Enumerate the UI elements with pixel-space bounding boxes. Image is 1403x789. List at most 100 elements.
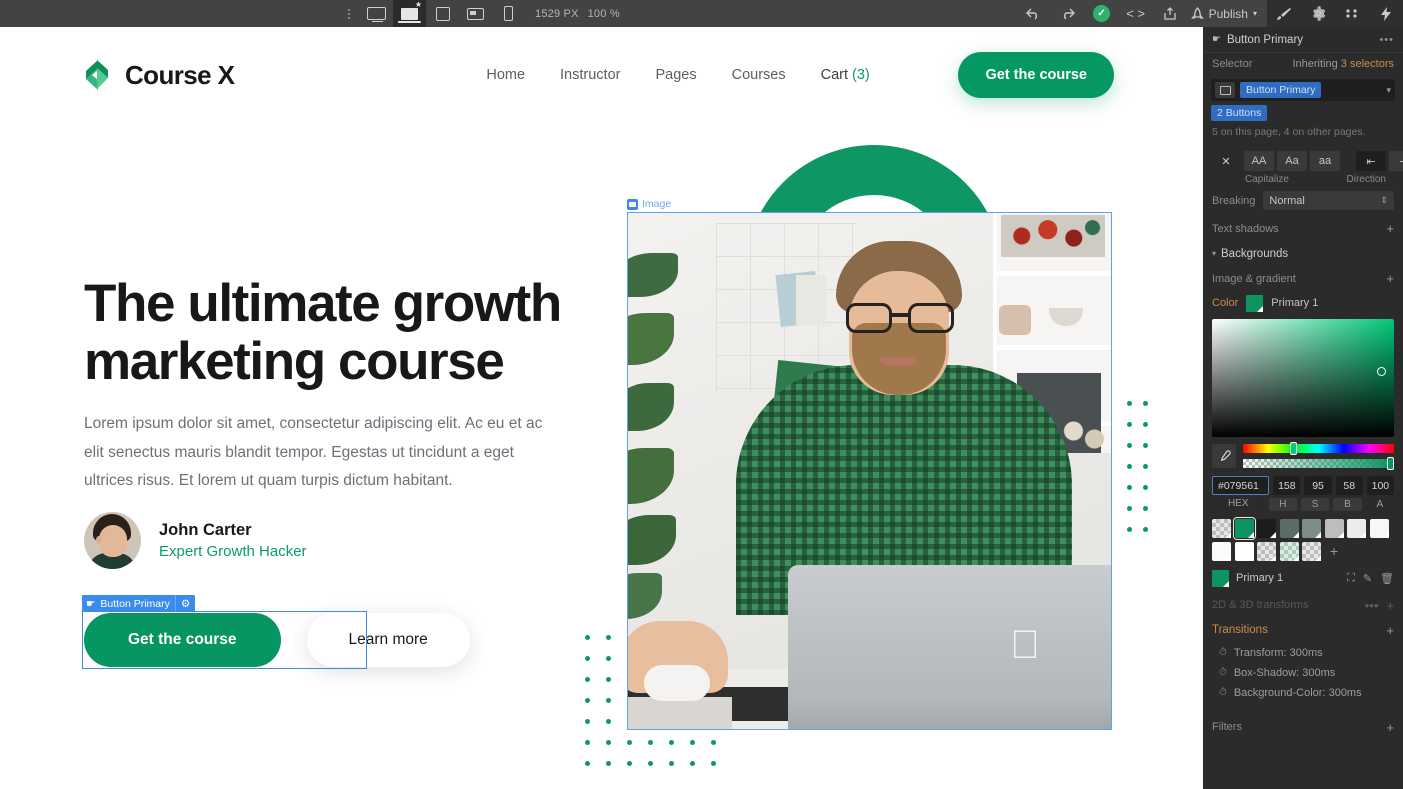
- site-logo[interactable]: Course X: [84, 59, 235, 91]
- swatch-near-white[interactable]: [1369, 519, 1389, 538]
- swatch-black[interactable]: [1257, 519, 1276, 538]
- eyedropper-icon[interactable]: [1212, 444, 1236, 468]
- brightness-field-label[interactable]: B: [1333, 498, 1362, 511]
- add-image-gradient-button[interactable]: +: [1386, 271, 1394, 286]
- export-button[interactable]: [1153, 0, 1187, 27]
- viewport-tablet-portrait-button[interactable]: [426, 0, 459, 27]
- hero-photo-illustration: : [628, 213, 1111, 729]
- selector-combo-chip[interactable]: 2 Buttons: [1211, 105, 1268, 121]
- add-text-shadow-button[interactable]: +: [1386, 221, 1394, 236]
- alpha-slider[interactable]: [1243, 457, 1394, 470]
- interactions-icon[interactable]: [1335, 0, 1369, 27]
- saturation-field-label[interactable]: S: [1300, 498, 1330, 511]
- hero-get-the-course-button[interactable]: Get the course: [84, 613, 281, 667]
- swatch-translucent-grey[interactable]: [1257, 541, 1276, 561]
- nav-link-courses[interactable]: Courses: [732, 67, 786, 83]
- alpha-input[interactable]: 100: [1366, 476, 1394, 495]
- hue-field-label[interactable]: H: [1268, 498, 1297, 511]
- style-paint-icon[interactable]: [1267, 0, 1301, 27]
- publish-label: Publish: [1208, 6, 1248, 21]
- publish-button[interactable]: Publish ▾: [1187, 7, 1267, 21]
- text-transform-lowercase-button[interactable]: aa: [1310, 151, 1340, 171]
- viewport-tablet-landscape-button[interactable]: [459, 0, 492, 27]
- nav-link-cart[interactable]: Cart (3): [821, 67, 870, 83]
- swatch-grey[interactable]: [1324, 519, 1344, 538]
- stepper-icon: ⇕: [1380, 195, 1388, 205]
- nav-link-pages[interactable]: Pages: [655, 67, 696, 83]
- hero-subtitle: Lorem ipsum dolor sit amet, consectetur …: [84, 415, 543, 490]
- text-direction-ltr-button[interactable]: ⇤: [1356, 151, 1386, 171]
- background-color-swatch[interactable]: [1246, 294, 1264, 312]
- selection-label-badge[interactable]: ☛ Button Primary ⚙: [82, 595, 196, 612]
- hue-slider-handle[interactable]: [1289, 442, 1297, 455]
- swatch-primary-1[interactable]: [1232, 517, 1256, 540]
- transforms-more-icon[interactable]: •••: [1365, 598, 1379, 613]
- hue-input[interactable]: 158: [1273, 476, 1301, 495]
- edit-pencil-icon[interactable]: ✎: [1363, 572, 1372, 585]
- backgrounds-section-header[interactable]: ▾ Backgrounds: [1203, 241, 1403, 266]
- text-transform-capitalize-button[interactable]: Aa: [1277, 151, 1307, 171]
- add-swatch-button[interactable]: +: [1325, 542, 1344, 561]
- alpha-field-label[interactable]: A: [1366, 498, 1394, 511]
- swatch-slate-dark[interactable]: [1279, 519, 1299, 538]
- selector-class-chip[interactable]: Button Primary: [1240, 82, 1322, 98]
- swatch-translucent-white[interactable]: [1302, 541, 1321, 561]
- transition-item[interactable]: ⏱ Background-Color: 300ms: [1203, 683, 1403, 703]
- lightning-icon[interactable]: [1369, 0, 1403, 27]
- save-status-button[interactable]: ✓: [1085, 0, 1119, 27]
- swatch-transparent[interactable]: [1212, 519, 1231, 538]
- text-direction-rtl-button[interactable]: ⇥: [1389, 151, 1403, 171]
- background-color-name: Primary 1: [1271, 297, 1319, 309]
- sv-picker-handle[interactable]: [1377, 367, 1386, 376]
- hero-image[interactable]: : [628, 213, 1111, 729]
- transition-item[interactable]: ⏱ Box-Shadow: 300ms: [1203, 663, 1403, 683]
- text-transform-uppercase-button[interactable]: AA: [1244, 151, 1274, 171]
- brightness-input[interactable]: 58: [1335, 476, 1363, 495]
- hex-field-label[interactable]: HEX: [1212, 498, 1265, 511]
- hex-input[interactable]: #079561: [1212, 476, 1270, 495]
- toolbar-left-spacer: [0, 0, 360, 27]
- breaking-select[interactable]: Normal ⇕: [1263, 191, 1394, 210]
- transition-item[interactable]: ⏱ Transform: 300ms: [1203, 643, 1403, 663]
- redo-button[interactable]: [1051, 0, 1085, 27]
- viewport-zoom-value[interactable]: 100 %: [588, 8, 620, 20]
- add-transform-button[interactable]: +: [1386, 598, 1394, 613]
- chevron-down-icon[interactable]: ▾: [1386, 85, 1391, 96]
- swatch-white[interactable]: [1234, 541, 1254, 561]
- laptop-icon: [398, 0, 422, 23]
- hue-slider[interactable]: [1243, 442, 1394, 455]
- decorative-dot: [606, 740, 611, 745]
- text-transform-none-button[interactable]: ✕: [1211, 151, 1241, 171]
- add-filter-button[interactable]: +: [1386, 720, 1394, 735]
- undo-button[interactable]: [1017, 0, 1051, 27]
- toolbar-overflow-dots-icon[interactable]: [338, 0, 360, 27]
- viewport-laptop-button[interactable]: [393, 0, 426, 27]
- selection-settings-gear-icon[interactable]: ⚙: [181, 598, 190, 610]
- hero-image-wrapper[interactable]:  Image: [627, 198, 1112, 730]
- named-swatch-preview[interactable]: [1212, 569, 1229, 587]
- swatch-light-grey[interactable]: [1347, 519, 1366, 538]
- viewport-mobile-button[interactable]: [492, 0, 525, 27]
- swatch-translucent-green[interactable]: [1279, 541, 1299, 561]
- code-button[interactable]: < >: [1119, 0, 1153, 27]
- alpha-slider-handle[interactable]: [1387, 457, 1394, 470]
- navbar-get-the-course-button[interactable]: Get the course: [958, 52, 1114, 98]
- nav-link-instructor[interactable]: Instructor: [560, 67, 620, 83]
- selector-dropdown[interactable]: Button Primary ▾: [1211, 79, 1395, 101]
- swatch-off-white[interactable]: [1212, 541, 1231, 561]
- saturation-value-picker[interactable]: [1212, 319, 1394, 437]
- unlink-icon[interactable]: ⛶: [1347, 572, 1355, 585]
- saturation-input[interactable]: 95: [1304, 476, 1332, 495]
- panel-more-options-icon[interactable]: •••: [1379, 34, 1394, 46]
- add-transition-button[interactable]: +: [1386, 623, 1394, 638]
- settings-gear-icon[interactable]: [1301, 0, 1335, 27]
- text-shadows-row: Text shadows +: [1203, 216, 1403, 241]
- image-selection-badge[interactable]: Image: [627, 196, 671, 212]
- design-canvas[interactable]: Course X Home Instructor Pages Courses C…: [0, 27, 1203, 789]
- delete-trash-icon[interactable]: 🗑: [1380, 572, 1394, 585]
- hero-learn-more-button[interactable]: Learn more: [306, 613, 470, 667]
- viewport-desktop-button[interactable]: [360, 0, 393, 27]
- nav-link-home[interactable]: Home: [486, 67, 525, 83]
- viewport-width-value[interactable]: 1529 PX: [535, 8, 579, 20]
- swatch-slate[interactable]: [1302, 519, 1321, 538]
